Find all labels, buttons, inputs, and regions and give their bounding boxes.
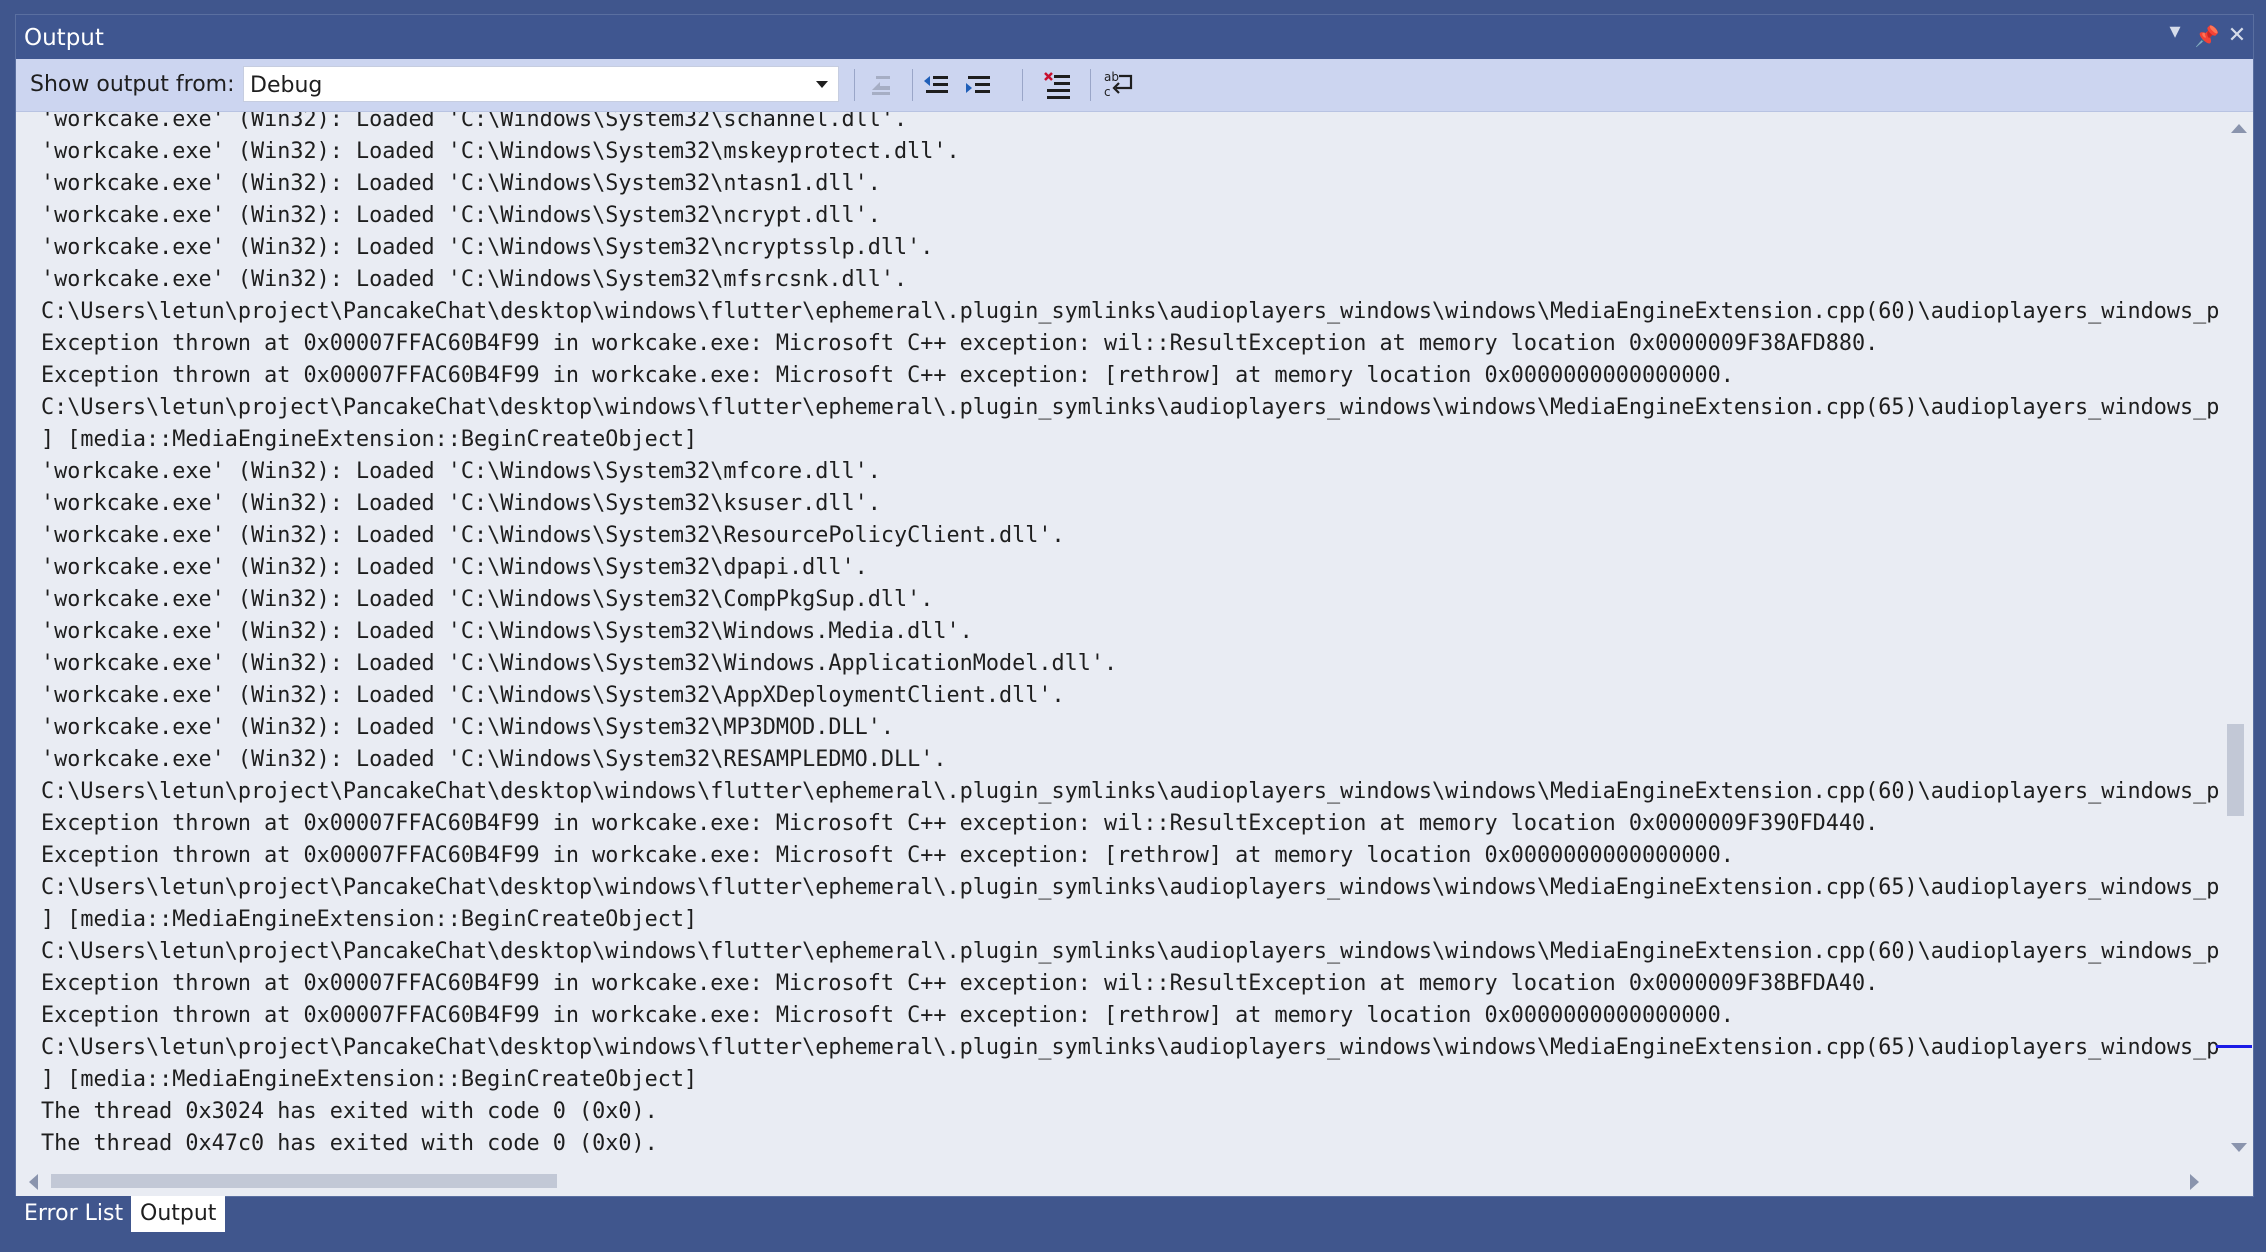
scroll-left-arrow-icon[interactable]: [29, 1174, 38, 1190]
svg-text:c: c: [1104, 85, 1111, 99]
output-line: 'workcake.exe' (Win32): Loaded 'C:\Windo…: [41, 491, 881, 516]
previous-message-button[interactable]: [920, 68, 954, 102]
chevron-down-icon: [816, 81, 828, 88]
output-line: Exception thrown at 0x00007FFAC60B4F99 i…: [41, 331, 1879, 356]
scroll-down-arrow-icon[interactable]: [2231, 1143, 2247, 1152]
clear-all-icon: [1044, 72, 1070, 99]
output-line: 'workcake.exe' (Win32): Loaded 'C:\Windo…: [41, 523, 1065, 548]
caret-position-marker: [2216, 1045, 2252, 1048]
toggle-word-wrap-button[interactable]: ab c: [1102, 68, 1136, 102]
window-position-dropdown-icon[interactable]: ▾: [2160, 17, 2190, 47]
output-line: 'workcake.exe' (Win32): Loaded 'C:\Windo…: [41, 459, 881, 484]
output-line: 'workcake.exe' (Win32): Loaded 'C:\Windo…: [41, 619, 973, 644]
output-line: 'workcake.exe' (Win32): Loaded 'C:\Windo…: [41, 139, 960, 164]
output-line: ] [media::MediaEngineExtension::BeginCre…: [41, 427, 698, 452]
window-title: Output: [24, 25, 104, 51]
output-window: Output ▾ 📌 ✕ Show output from: Debug ab …: [15, 14, 2254, 1197]
output-line: 'workcake.exe' (Win32): Loaded 'C:\Windo…: [41, 683, 1065, 708]
output-line: ] [media::MediaEngineExtension::BeginCre…: [41, 1067, 698, 1092]
vertical-scroll-thumb[interactable]: [2227, 724, 2244, 816]
output-line: C:\Users\letun\project\PancakeChat\deskt…: [41, 299, 2219, 324]
output-line: C:\Users\letun\project\PancakeChat\deskt…: [41, 395, 2219, 420]
output-line: 'workcake.exe' (Win32): Loaded 'C:\Windo…: [41, 171, 881, 196]
toolbar-separator: [912, 69, 913, 101]
output-line: Exception thrown at 0x00007FFAC60B4F99 i…: [41, 1003, 1734, 1028]
output-line: The thread 0x3024 has exited with code 0…: [41, 1099, 658, 1124]
toolbar-separator: [1090, 69, 1091, 101]
show-output-from-label: Show output from:: [30, 72, 235, 97]
previous-message-icon: [924, 76, 948, 93]
output-toolbar: Show output from: Debug ab c: [16, 59, 2253, 112]
output-line: 'workcake.exe' (Win32): Loaded 'C:\Windo…: [41, 651, 1118, 676]
word-wrap-icon: ab c: [1104, 70, 1133, 99]
scroll-up-arrow-icon[interactable]: [2231, 124, 2247, 133]
output-line: Exception thrown at 0x00007FFAC60B4F99 i…: [41, 843, 1734, 868]
output-source-select[interactable]: Debug: [243, 66, 839, 102]
output-line: 'workcake.exe' (Win32): Loaded 'C:\Windo…: [41, 555, 868, 580]
output-line: 'workcake.exe' (Win32): Loaded 'C:\Windo…: [41, 747, 947, 772]
find-in-code-icon: [872, 76, 890, 95]
tab-output[interactable]: Output: [131, 1196, 226, 1232]
output-line: Exception thrown at 0x00007FFAC60B4F99 i…: [41, 971, 1879, 996]
output-line: C:\Users\letun\project\PancakeChat\deskt…: [41, 1035, 2219, 1060]
pin-icon[interactable]: 📌: [2192, 21, 2222, 51]
output-line: C:\Users\letun\project\PancakeChat\deskt…: [41, 939, 2219, 964]
output-line: C:\Users\letun\project\PancakeChat\deskt…: [41, 875, 2219, 900]
output-line: 'workcake.exe' (Win32): Loaded 'C:\Windo…: [41, 112, 908, 132]
output-line: Exception thrown at 0x00007FFAC60B4F99 i…: [41, 811, 1879, 836]
find-message-in-code-button[interactable]: [864, 68, 898, 102]
tab-error-list[interactable]: Error List: [15, 1196, 133, 1232]
output-line: 'workcake.exe' (Win32): Loaded 'C:\Windo…: [41, 267, 908, 292]
output-line: The thread 0x47c0 has exited with code 0…: [41, 1131, 658, 1156]
scroll-right-arrow-icon[interactable]: [2190, 1174, 2199, 1190]
output-line: C:\Users\letun\project\PancakeChat\deskt…: [41, 779, 2219, 804]
toolbar-separator: [1022, 69, 1023, 101]
horizontal-scrollbar[interactable]: [16, 1166, 2219, 1196]
scrollbar-corner: [2220, 1166, 2253, 1196]
output-line: Exception thrown at 0x00007FFAC60B4F99 i…: [41, 363, 1734, 388]
output-text-pane[interactable]: 'workcake.exe' (Win32): Loaded 'C:\Windo…: [16, 112, 2219, 1166]
svg-text:ab: ab: [1104, 70, 1119, 84]
output-line: 'workcake.exe' (Win32): Loaded 'C:\Windo…: [41, 587, 934, 612]
vertical-scrollbar[interactable]: [2216, 112, 2253, 1166]
next-message-button[interactable]: [962, 68, 996, 102]
close-icon[interactable]: ✕: [2222, 21, 2252, 51]
next-message-icon: [966, 76, 990, 93]
output-lines: 'workcake.exe' (Win32): Loaded 'C:\Windo…: [41, 112, 2219, 1160]
output-source-value: Debug: [250, 73, 323, 98]
clear-all-button[interactable]: [1042, 68, 1076, 102]
output-line: 'workcake.exe' (Win32): Loaded 'C:\Windo…: [41, 235, 934, 260]
output-line: 'workcake.exe' (Win32): Loaded 'C:\Windo…: [41, 203, 881, 228]
output-line: 'workcake.exe' (Win32): Loaded 'C:\Windo…: [41, 715, 894, 740]
output-line: ] [media::MediaEngineExtension::BeginCre…: [41, 907, 698, 932]
horizontal-scroll-thumb[interactable]: [51, 1174, 557, 1188]
title-bar[interactable]: Output ▾ 📌 ✕: [16, 15, 2253, 59]
toolbar-separator: [854, 69, 855, 101]
